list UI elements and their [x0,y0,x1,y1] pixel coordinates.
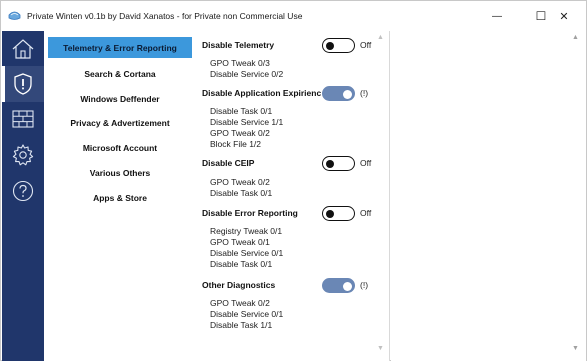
setting-detail: Disable Task 0/1 [210,188,273,198]
rail-item-home[interactable] [2,31,44,67]
app-logo-icon [8,11,21,20]
app-window: Private Winten v0.1b by David Xanatos - … [0,0,587,361]
setting-detail: Disable Service 1/1 [210,117,284,127]
category-telemetry[interactable]: Telemetry & Error Reporting [48,37,192,58]
title-bar[interactable]: Private Winten v0.1b by David Xanatos - … [1,1,586,31]
settings-scroll-up-icon[interactable]: ▲ [377,34,384,41]
setting-detail: GPO Tweak 0/1 [210,237,270,247]
setting-detail: GPO Tweak 0/2 [210,128,270,138]
toggle-knob [343,89,352,99]
setting-title: Disable Error Reporting [202,208,298,218]
setting-detail: Disable Task 0/1 [210,106,273,116]
setting-detail: GPO Tweak 0/3 [210,58,270,68]
setting-title: Other Diagnostics [202,280,276,290]
panel-scroll-down-icon[interactable]: ▼ [572,345,579,352]
minimize-button[interactable]: — [475,1,519,31]
rail-item-settings[interactable] [2,137,44,173]
setting-title: Disable Application Expirienc [202,88,322,98]
rail-item-firewall[interactable] [2,101,44,137]
category-microsoft-account[interactable]: Microsoft Account [48,137,192,158]
setting-detail: Disable Service 0/2 [210,69,284,79]
minimize-icon: — [492,10,502,22]
category-windows-defender[interactable]: Windows Deffender [48,88,192,109]
setting-detail: GPO Tweak 0/2 [210,298,270,308]
close-icon: ✕ [559,10,569,23]
toggle-state-label: (!) [360,280,369,290]
category-apps-store[interactable]: Apps & Store [48,187,192,208]
rail-item-privacy[interactable] [2,66,44,102]
shield-icon [14,73,32,95]
toggle-knob [343,281,352,291]
help-icon [12,180,34,202]
category-various-others[interactable]: Various Others [48,162,192,183]
toggle-knob [326,209,334,218]
toggle-knob [326,159,334,168]
detail-panel: ▲ ▼ [391,31,586,361]
gear-icon [12,144,34,166]
setting-title: Disable CEIP [202,158,255,168]
setting-detail: Disable Task 0/1 [210,259,273,269]
toggle-disable-error-reporting[interactable] [322,206,355,221]
toggle-state-label: (!) [360,88,369,98]
navigation-rail [2,31,44,361]
rail-item-help[interactable] [2,173,44,209]
toggle-disable-ceip[interactable] [322,156,355,171]
toggle-state-label: Off [360,40,372,50]
toggle-knob [326,41,334,50]
setting-title: Disable Telemetry [202,40,275,50]
home-icon [12,39,34,59]
toggle-state-label: Off [360,208,372,218]
toggle-other-diagnostics[interactable] [322,278,355,293]
window-title: Private Winten v0.1b by David Xanatos - … [27,11,303,21]
category-list: Telemetry & Error Reporting Search & Cor… [44,31,196,361]
close-button[interactable]: ✕ [542,1,586,31]
setting-detail: Block File 1/2 [210,139,262,149]
setting-detail: Disable Task 1/1 [210,320,273,330]
settings-scroll-down-icon[interactable]: ▼ [377,345,384,352]
toggle-disable-application-experience[interactable] [322,86,355,101]
setting-detail: Registry Tweak 0/1 [210,226,283,236]
settings-list: ▲ Disable Telemetry Off GPO Tweak 0/3 Di… [196,31,390,361]
category-privacy-advertisement[interactable]: Privacy & Advertizement [48,112,192,133]
setting-detail: GPO Tweak 0/2 [210,177,270,187]
category-search-cortana[interactable]: Search & Cortana [48,63,192,84]
firewall-icon [12,110,34,128]
setting-detail: Disable Service 0/1 [210,248,284,258]
toggle-disable-telemetry[interactable] [322,38,355,53]
toggle-state-label: Off [360,158,372,168]
setting-detail: Disable Service 0/1 [210,309,284,319]
panel-scroll-up-icon[interactable]: ▲ [572,34,579,41]
